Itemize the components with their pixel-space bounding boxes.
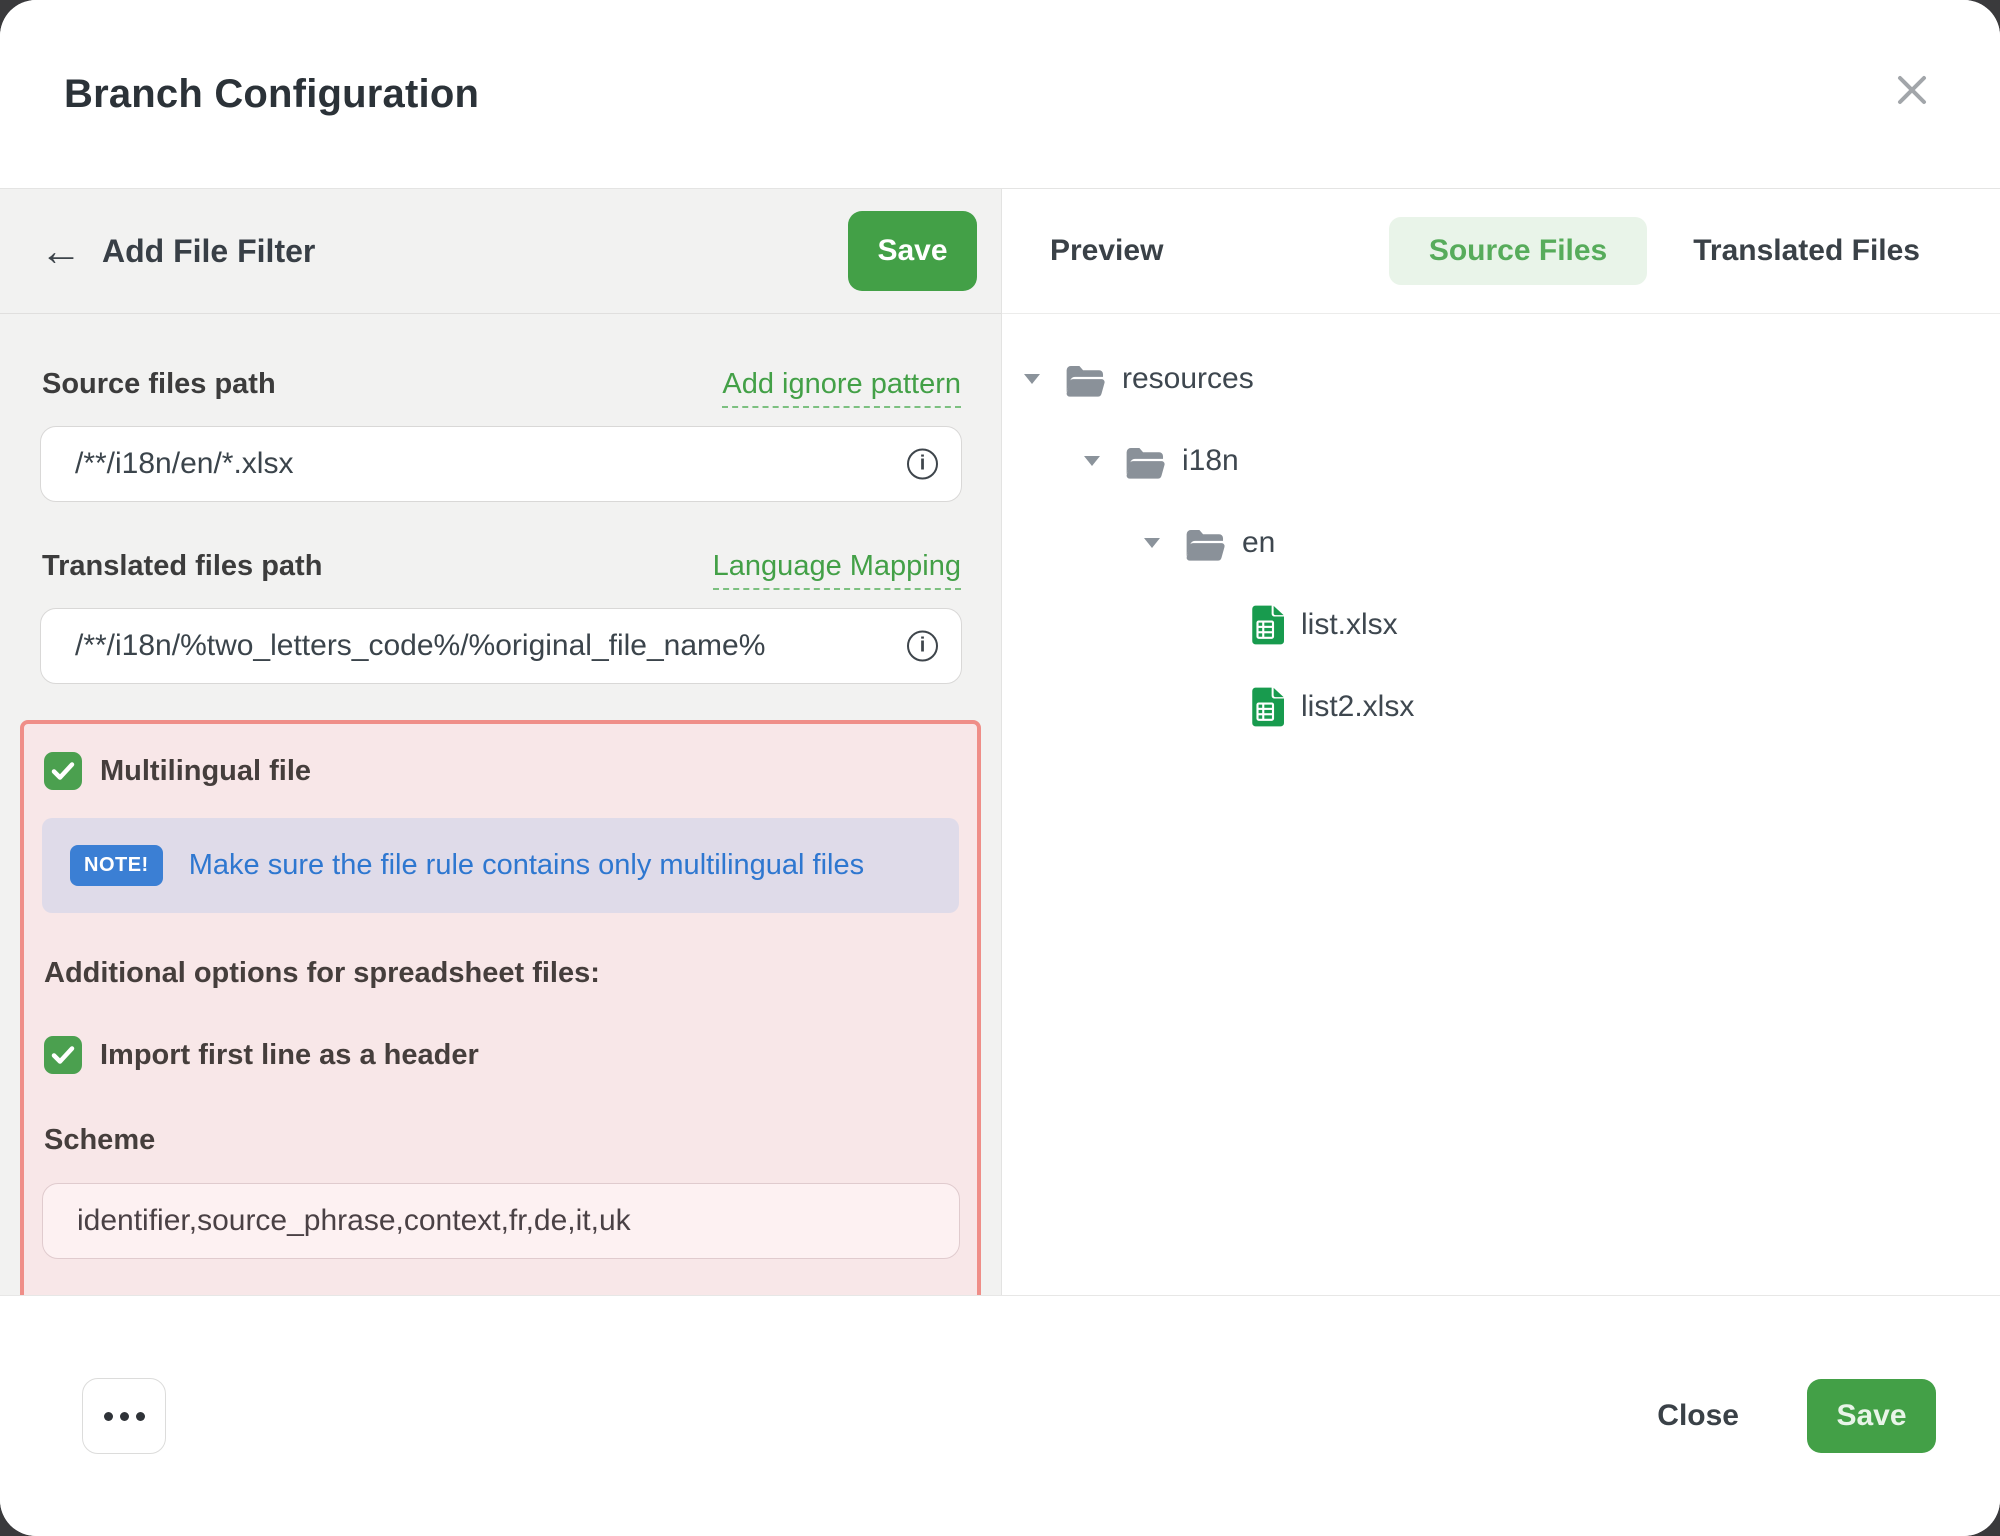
source-path-row: Source files path Add ignore pattern xyxy=(42,368,961,408)
folder-icon xyxy=(1184,525,1226,561)
tree-row-en[interactable]: en xyxy=(1024,502,2000,584)
back-arrow-icon[interactable]: ← xyxy=(40,230,98,272)
file-filter-panel: ← Add File Filter Save Source files path… xyxy=(0,189,1002,1295)
file-tree: resources i18n en xyxy=(1002,314,2000,748)
multilingual-highlight-section: Multilingual file NOTE! Make sure the fi… xyxy=(20,720,981,1303)
caret-down-icon[interactable] xyxy=(1144,538,1160,548)
dialog-body: ← Add File Filter Save Source files path… xyxy=(0,188,2000,1295)
note-text: Make sure the file rule contains only mu… xyxy=(189,849,864,882)
source-path-label: Source files path xyxy=(42,368,276,401)
tree-label: en xyxy=(1242,526,1275,560)
tree-label: list2.xlsx xyxy=(1301,690,1414,724)
close-icon[interactable] xyxy=(1888,70,1936,118)
source-path-input[interactable] xyxy=(40,426,962,502)
preview-panel: Preview Source Files Translated Files re… xyxy=(1002,189,2000,1295)
spreadsheet-file-icon xyxy=(1252,687,1285,727)
info-icon[interactable]: i xyxy=(907,631,938,662)
multilingual-checkbox[interactable] xyxy=(44,752,82,790)
scheme-input[interactable] xyxy=(42,1183,960,1259)
dialog-title: Branch Configuration xyxy=(64,72,479,117)
multilingual-checkbox-row: Multilingual file xyxy=(44,752,959,790)
scheme-label: Scheme xyxy=(44,1124,959,1157)
checkmark-icon xyxy=(51,761,75,781)
preview-title: Preview xyxy=(1050,234,1163,268)
import-header-checkbox-row: Import first line as a header xyxy=(44,1036,959,1074)
folder-icon xyxy=(1124,443,1166,479)
tab-translated-files[interactable]: Translated Files xyxy=(1693,234,1920,268)
file-filter-header: ← Add File Filter Save xyxy=(0,189,1001,314)
filter-save-button[interactable]: Save xyxy=(848,211,977,291)
language-mapping-link[interactable]: Language Mapping xyxy=(713,550,961,590)
preview-header: Preview Source Files Translated Files xyxy=(1002,189,2000,314)
add-ignore-pattern-link[interactable]: Add ignore pattern xyxy=(722,368,961,408)
translated-path-input[interactable] xyxy=(40,608,962,684)
caret-down-icon[interactable] xyxy=(1084,456,1100,466)
translated-path-label: Translated files path xyxy=(42,550,322,583)
tree-row-i18n[interactable]: i18n xyxy=(1024,420,2000,502)
folder-icon xyxy=(1064,361,1106,397)
tree-label: resources xyxy=(1122,362,1254,396)
more-options-button[interactable] xyxy=(82,1378,166,1454)
dialog-footer: Close Save xyxy=(0,1295,2000,1536)
tree-label: list.xlsx xyxy=(1301,608,1398,642)
source-path-input-wrap: i xyxy=(40,426,962,502)
tree-row-list2-xlsx[interactable]: list2.xlsx xyxy=(1024,666,2000,748)
panel-title: Add File Filter xyxy=(102,233,848,270)
branch-configuration-dialog: Branch Configuration ← Add File Filter S… xyxy=(0,0,2000,1536)
spreadsheet-options-heading: Additional options for spreadsheet files… xyxy=(44,957,959,990)
spreadsheet-file-icon xyxy=(1252,605,1285,645)
dialog-header: Branch Configuration xyxy=(0,0,2000,188)
info-icon[interactable]: i xyxy=(907,449,938,480)
file-filter-form: Source files path Add ignore pattern i T… xyxy=(0,314,1001,1303)
close-button[interactable]: Close xyxy=(1651,1398,1745,1434)
multilingual-note: NOTE! Make sure the file rule contains o… xyxy=(42,818,959,913)
dialog-save-button[interactable]: Save xyxy=(1807,1379,1936,1453)
ellipsis-icon xyxy=(104,1412,145,1421)
caret-down-icon[interactable] xyxy=(1024,374,1040,384)
translated-path-row: Translated files path Language Mapping xyxy=(42,550,961,590)
tab-source-files[interactable]: Source Files xyxy=(1389,217,1647,285)
tree-row-list-xlsx[interactable]: list.xlsx xyxy=(1024,584,2000,666)
checkmark-icon xyxy=(51,1045,75,1065)
translated-path-input-wrap: i xyxy=(40,608,962,684)
close-icon xyxy=(1895,73,1929,107)
tree-row-resources[interactable]: resources xyxy=(1024,338,2000,420)
tree-label: i18n xyxy=(1182,444,1239,478)
note-badge: NOTE! xyxy=(70,845,163,886)
multilingual-checkbox-label: Multilingual file xyxy=(100,755,311,788)
import-header-checkbox-label: Import first line as a header xyxy=(100,1039,479,1072)
import-header-checkbox[interactable] xyxy=(44,1036,82,1074)
